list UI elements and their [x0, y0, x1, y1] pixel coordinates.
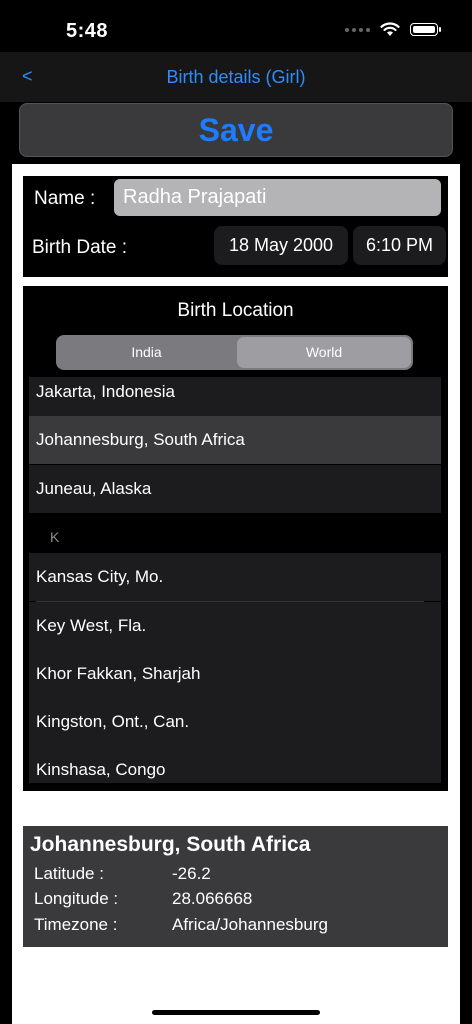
location-list[interactable]: Jakarta, Indonesia Johannesburg, South A… [29, 377, 441, 783]
list-item[interactable]: Juneau, Alaska [29, 465, 441, 513]
wifi-icon [380, 22, 400, 36]
time-picker[interactable]: 6:10 PM [353, 226, 446, 265]
selected-place-name: Johannesburg, South Africa [30, 833, 311, 856]
timezone-value: Africa/Johannesburg [172, 915, 328, 934]
list-item[interactable]: Jakarta, Indonesia [29, 377, 441, 416]
name-label: Name : [34, 188, 96, 209]
latitude-value: -26.2 [172, 864, 211, 883]
birth-date-label: Birth Date : [32, 237, 128, 258]
list-item[interactable]: Khor Fakkan, Sharjah [29, 650, 441, 698]
save-button[interactable]: Save [19, 103, 453, 157]
latitude-label: Latitude : [34, 864, 104, 883]
list-item-selected[interactable]: Johannesburg, South Africa [29, 416, 441, 464]
birth-location-title: Birth Location [177, 300, 294, 321]
segment-india[interactable]: India [58, 337, 235, 368]
list-item[interactable]: Kansas City, Mo. [29, 553, 441, 601]
status-time: 5:48 [66, 20, 109, 42]
page-title: Birth details (Girl) [166, 67, 306, 87]
timezone-label: Timezone : [34, 915, 118, 934]
date-picker[interactable]: 18 May 2000 [214, 226, 348, 265]
status-icons [345, 22, 441, 37]
home-indicator[interactable] [152, 1010, 320, 1015]
longitude-label: Longitude : [34, 889, 119, 908]
name-input[interactable]: Radha Prajapati [114, 179, 441, 216]
list-item[interactable]: Key West, Fla. [29, 602, 441, 650]
signal-icon [345, 27, 370, 32]
longitude-value: 28.066668 [172, 889, 253, 908]
list-item[interactable]: Kingston, Ont., Can. [29, 698, 441, 746]
segment-world[interactable]: World [237, 337, 411, 368]
battery-icon [410, 23, 441, 36]
list-item[interactable]: Kinshasa, Congo [29, 746, 441, 783]
section-header-k: K [50, 529, 60, 545]
